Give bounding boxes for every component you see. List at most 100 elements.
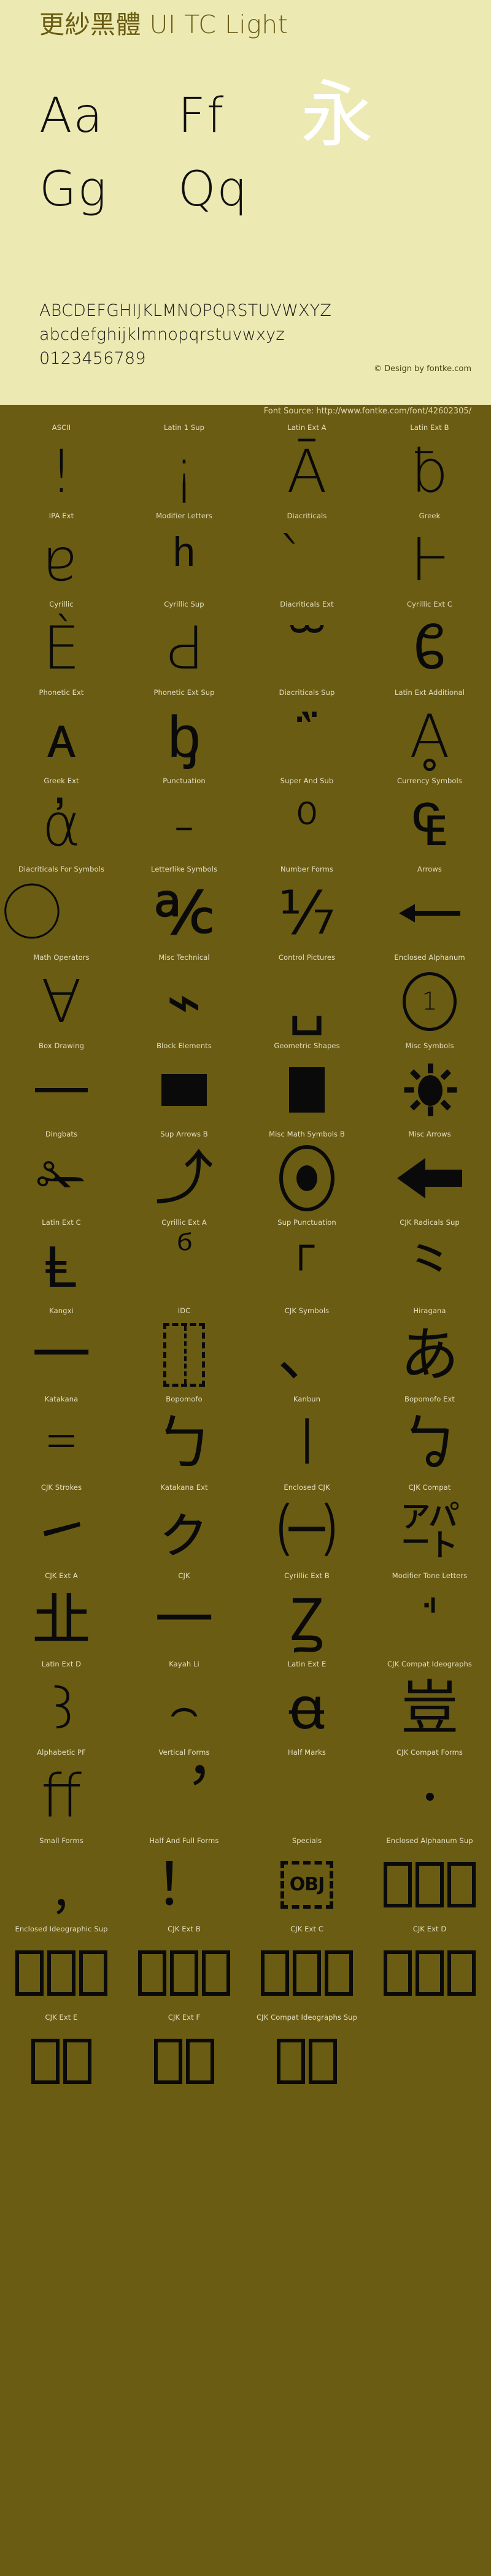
unicode-block-cell[interactable]: Half Marks︀ bbox=[246, 1747, 368, 1835]
glyph-sample: ¡ bbox=[172, 437, 196, 506]
unicode-block-cell[interactable]: Diacriticals For Symbols⃝ bbox=[0, 864, 123, 952]
unicode-block-cell[interactable]: Hiragana あ bbox=[368, 1305, 491, 1393]
unicode-block-cell[interactable]: Cyrillic Ext Aⷠ bbox=[123, 1217, 246, 1305]
glyph-sample: 1 bbox=[368, 963, 491, 1040]
unicode-block-cell[interactable]: Cyrillic Ext C ᲀ bbox=[368, 599, 491, 687]
unicode-block-cell[interactable]: Punctuation ‐ bbox=[123, 775, 246, 864]
unicode-block-cell[interactable]: Enclosed Alphanum Sup bbox=[368, 1835, 491, 1923]
unicode-block-cell[interactable]: Diacriticals Extᷓ bbox=[246, 599, 368, 687]
unicode-block-cell[interactable]: Super And Sub ⁰ bbox=[246, 775, 368, 864]
unicode-block-cell[interactable]: Greek Ext ἀ bbox=[0, 775, 123, 864]
unicode-block-cell[interactable]: Kanbun ㆐ bbox=[246, 1393, 368, 1482]
glyph-sample: ！ bbox=[155, 1850, 214, 1919]
unicode-block-label: CJK Symbols bbox=[284, 1306, 330, 1315]
unicode-block-cell[interactable]: CJK Compat Ideographs 豈 bbox=[368, 1658, 491, 1747]
unicode-block-cell[interactable]: Phonetic Ext ᴀ bbox=[0, 687, 123, 775]
unicode-block-cell[interactable]: IDC bbox=[123, 1305, 246, 1393]
unicode-block-cell[interactable]: Latin Ext C Ⱡ bbox=[0, 1217, 123, 1305]
unicode-block-cell[interactable]: Specials OBJ bbox=[246, 1835, 368, 1923]
glyph-grid-row: Enclosed Ideographic Sup CJK Ext B CJK Ext… bbox=[0, 1923, 491, 2012]
unicode-block-cell[interactable]: Alphabetic PF ﬀ bbox=[0, 1747, 123, 1835]
unicode-block-cell[interactable]: Enclosed Alphanum 1 bbox=[368, 952, 491, 1040]
unicode-block-cell[interactable]: IPA Ext ɐ bbox=[0, 510, 123, 599]
unicode-block-cell[interactable]: Greek Ͱ bbox=[368, 510, 491, 599]
unicode-block-cell[interactable]: Small Forms ﹐ bbox=[0, 1835, 123, 1923]
unicode-block-cell[interactable]: Latin 1 Sup ¡ bbox=[123, 422, 246, 510]
unicode-block-cell[interactable]: Control Pictures ␣ bbox=[246, 952, 368, 1040]
glyph-sample: ␣ bbox=[288, 967, 326, 1036]
unicode-block-cell[interactable]: CJK Radicals Sup ⺀ bbox=[368, 1217, 491, 1305]
unicode-block-label: Latin Ext C bbox=[42, 1218, 81, 1227]
unicode-block-cell[interactable]: Geometric Shapes bbox=[246, 1040, 368, 1129]
unicode-block-cell[interactable]: Misc Technical ⌁ bbox=[123, 952, 246, 1040]
unicode-block-label: Enclosed Alphanum Sup bbox=[386, 1836, 473, 1845]
glyph-sample bbox=[368, 1758, 491, 1835]
unicode-block-cell[interactable]: Modifier Letters ʰ bbox=[123, 510, 246, 599]
unicode-block-cell[interactable]: CJK Ext C bbox=[246, 1923, 368, 2012]
unicode-block-cell[interactable]: CJK Ext A 㐀 bbox=[0, 1570, 123, 1658]
unicode-block-cell[interactable] bbox=[368, 2012, 491, 2100]
unicode-block-cell[interactable]: Vertical Forms ︐ bbox=[123, 1747, 246, 1835]
unicode-block-cell[interactable]: Enclosed CJK ㈠ bbox=[246, 1482, 368, 1570]
unicode-block-cell[interactable]: Katakana Ext ㇰ bbox=[123, 1482, 246, 1570]
unicode-block-cell[interactable]: Bopomofo ㄅ bbox=[123, 1393, 246, 1482]
unicode-block-cell[interactable]: Latin Ext B ƀ bbox=[368, 422, 491, 510]
unicode-block-cell[interactable]: Misc Symbols bbox=[368, 1040, 491, 1129]
unicode-block-cell[interactable]: Number Forms ⅐ bbox=[246, 864, 368, 952]
unicode-block-cell[interactable]: Latin Ext Additional Ḁ bbox=[368, 687, 491, 775]
unicode-block-cell[interactable]: Block Elements bbox=[123, 1040, 246, 1129]
unicode-block-cell[interactable]: Cyrillic Ext B Ꙁ bbox=[246, 1570, 368, 1658]
glyph-sample: ᷀ bbox=[246, 698, 368, 775]
font-source-link[interactable]: Font Source: http://www.fontke.com/font/… bbox=[264, 407, 471, 416]
unicode-block-cell[interactable]: CJK Ext F bbox=[123, 2012, 246, 2100]
unicode-block-cell[interactable]: Bopomofo Ext ㆠ bbox=[368, 1393, 491, 1482]
unicode-block-cell[interactable]: CJK Compat Forms bbox=[368, 1747, 491, 1835]
glyph-sample: 、 bbox=[277, 1321, 336, 1389]
unicode-block-label: CJK Compat Ideographs bbox=[387, 1660, 472, 1668]
unicode-block-cell[interactable]: Letterlike Symbols ℀ bbox=[123, 864, 246, 952]
unicode-block-cell[interactable]: CJK Ext B bbox=[123, 1923, 246, 2012]
unicode-block-cell[interactable]: Kangxi ⼀ bbox=[0, 1305, 123, 1393]
glyph-sample: ⅐ bbox=[278, 879, 336, 948]
unicode-block-cell[interactable]: Currency Symbols ₠ bbox=[368, 775, 491, 864]
unicode-block-cell[interactable]: Sup Punctuation ⸀ bbox=[246, 1217, 368, 1305]
unicode-block-cell[interactable]: Arrows bbox=[368, 864, 491, 952]
glyph-sample: ∀ bbox=[41, 967, 82, 1036]
unicode-block-cell[interactable]: Sup Arrows B ⤴ bbox=[123, 1129, 246, 1217]
unicode-block-cell[interactable]: CJK Ext E bbox=[0, 2012, 123, 2100]
unicode-block-label: Kanbun bbox=[293, 1395, 321, 1403]
unicode-block-cell[interactable]: Box Drawing bbox=[0, 1040, 123, 1129]
unicode-block-cell[interactable]: CJK Strokes ㇀ bbox=[0, 1482, 123, 1570]
unicode-block-cell[interactable]: Diacriticals̀ bbox=[246, 510, 368, 599]
unicode-block-cell[interactable]: Misc Math Symbols B bbox=[246, 1129, 368, 1217]
unicode-block-cell[interactable]: Cyrillic Sup Ԁ bbox=[123, 599, 246, 687]
unicode-block-cell[interactable]: Enclosed Ideographic Sup bbox=[0, 1923, 123, 2012]
unicode-block-cell[interactable]: Kayah Li ꤮ bbox=[123, 1658, 246, 1747]
unicode-block-label: CJK Radicals Sup bbox=[400, 1218, 460, 1227]
glyph-grid-row: CJK Ext A 㐀 CJK 一 Cyrillic Ext B Ꙁ Modifier To… bbox=[0, 1570, 491, 1658]
glyph-sample bbox=[246, 1051, 368, 1129]
unicode-block-cell[interactable]: Latin Ext E ꬰ bbox=[246, 1658, 368, 1747]
unicode-block-cell[interactable]: Latin Ext D Ꜣ bbox=[0, 1658, 123, 1747]
glyph-grid-row: CJK Ext E CJK Ext F CJK Compat Ideographs … bbox=[0, 2012, 491, 2100]
unicode-block-cell[interactable]: ASCII! bbox=[0, 422, 123, 510]
unicode-block-cell[interactable]: Misc Arrows bbox=[368, 1129, 491, 1217]
unicode-block-cell[interactable]: CJK Compat Ideographs Sup bbox=[246, 2012, 368, 2100]
glyph-sample: ㇀ bbox=[32, 1497, 91, 1566]
unicode-block-cell[interactable]: Katakana ゠ bbox=[0, 1393, 123, 1482]
unicode-block-cell[interactable]: Half And Full Forms ！ bbox=[123, 1835, 246, 1923]
unicode-block-label: Enclosed Ideographic Sup bbox=[15, 1925, 108, 1933]
unicode-block-cell[interactable]: Latin Ext A Ā bbox=[246, 422, 368, 510]
unicode-block-cell[interactable]: CJK Ext D bbox=[368, 1923, 491, 2012]
unicode-block-cell[interactable]: Diacriticals Sup᷀ bbox=[246, 687, 368, 775]
unicode-block-cell[interactable]: Phonetic Ext Sup ᶀ bbox=[123, 687, 246, 775]
font-source-bar: Font Source: http://www.fontke.com/font/… bbox=[0, 405, 491, 422]
unicode-block-cell[interactable]: CJK 一 bbox=[123, 1570, 246, 1658]
unicode-block-cell[interactable]: Modifier Tone Lettersꜗ bbox=[368, 1570, 491, 1658]
unicode-block-cell[interactable]: CJK Symbols 、 bbox=[246, 1305, 368, 1393]
unicode-block-cell[interactable]: Cyrillic Ѐ bbox=[0, 599, 123, 687]
unicode-block-cell[interactable]: Dingbats ✁ bbox=[0, 1129, 123, 1217]
unicode-block-cell[interactable]: CJK Compat ㌀ bbox=[368, 1482, 491, 1570]
digits-row: 0123456789 bbox=[39, 349, 146, 368]
unicode-block-cell[interactable]: Math Operators ∀ bbox=[0, 952, 123, 1040]
